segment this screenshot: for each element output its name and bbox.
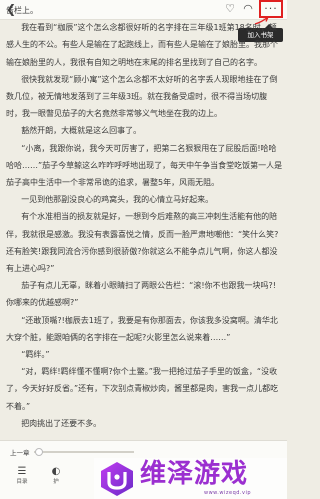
paragraph: “还敢顶嘴?!枷辰去1班了，我要是有你那面去，你该我多没窝啊。清华北大穿个脏，能… xyxy=(6,315,278,342)
paragraph: 一见到他那副没良心的鸡窝头，我的心情立马好起来。 xyxy=(21,195,214,205)
toolbar-item-eye-care[interactable]: ◐ 护 xyxy=(44,466,68,486)
prev-chapter-button[interactable]: 上一章 xyxy=(10,447,30,457)
catalog-icon: ☰ xyxy=(17,466,27,477)
eye-icon: ◐ xyxy=(51,466,61,477)
watermark: 维泽游戏 www.wizeqd.vip xyxy=(94,458,287,499)
paragraph: “对，羁绊!羁绊懂不懂啊?你个土鳖。”我一把抢过茄子手里的饭盒，“没收了，今天好… xyxy=(6,367,279,411)
reading-content: 告栏上。 我在看到“枷辰”这个怎么念都很好听的名字排在三年级1班第18名时，顿感… xyxy=(6,2,283,450)
paragraph: “羁绊。” xyxy=(21,350,50,360)
paragraph: 有个水准相当的损友就是好，一想到今后难熬的高三冲刺生活能有他的陪伴，我就很是感激… xyxy=(6,212,279,274)
watermark-url: www.wizeqd.vip xyxy=(204,490,252,496)
toolbar-item-catalog[interactable]: ☰ 目录 xyxy=(10,466,34,486)
paragraph: “小离，我跟你说，我今天可厉害了，把第二名狠狠甩在了屁股后面!哈哈哈哈……”茄子… xyxy=(6,143,283,188)
toolbar-label: 目录 xyxy=(16,479,28,485)
paragraph: 我在看到“枷辰”这个怎么念都很好听的名字排在三年级1班第18名时，顿感人生的不公… xyxy=(6,23,278,67)
paragraph: 茄子有点儿无辜，眯着小眼睛扫了两眼公告栏：“滚!你不也跟我一块吗?!你哪来的优越… xyxy=(6,281,276,308)
watermark-title: 维泽游戏 xyxy=(140,459,249,489)
chapter-progress-slider[interactable] xyxy=(34,448,134,456)
paragraph: 很快我就发现“顾小寓”这个怎么念都不太好听的名字丢人现眼地挂在了倒数几位，被无情… xyxy=(6,74,278,119)
toolbar-label: 护 xyxy=(53,479,59,485)
slider-knob[interactable] xyxy=(35,448,43,456)
paragraph: 把肉挑出了还要不多。 xyxy=(21,418,102,428)
paragraph: 豁然开朗，大概就是这么回事了。 xyxy=(21,126,142,136)
paragraph: 告栏上。 xyxy=(6,6,38,15)
watermark-logo-icon xyxy=(101,462,133,496)
